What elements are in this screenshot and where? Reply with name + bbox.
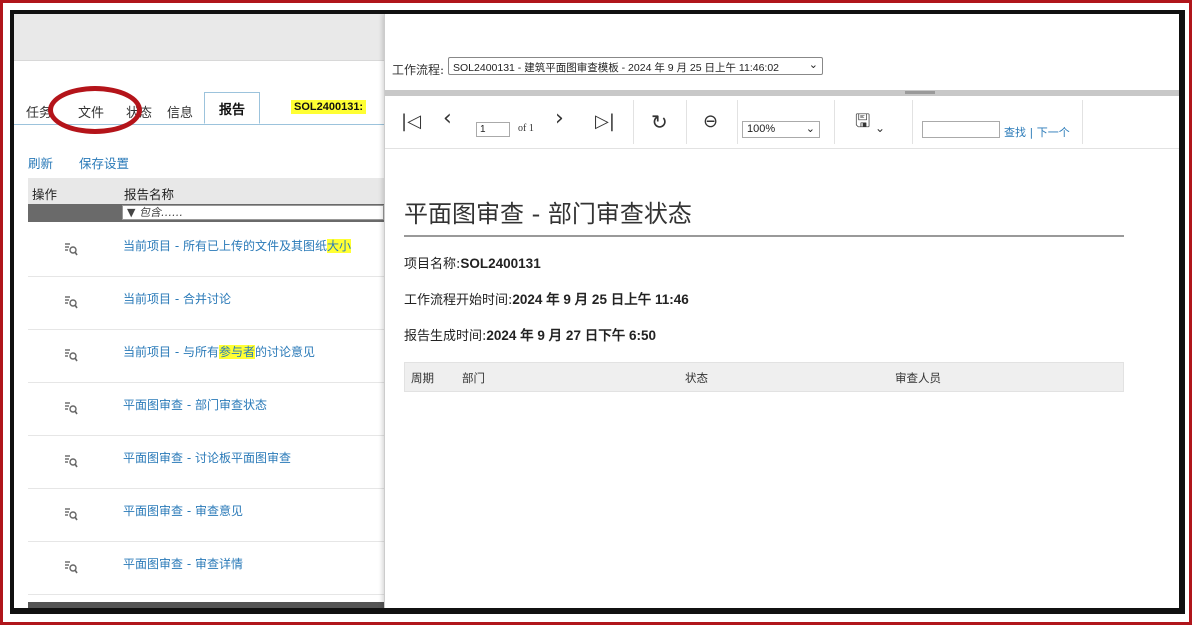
column-header: 操作 报告名称	[28, 178, 384, 204]
table-row: 平面图审查 - 审查详情	[28, 542, 384, 595]
left-header-bar	[14, 14, 384, 61]
table-row: 平面图审查 - 讨论板平面图审查	[28, 436, 384, 489]
table-row: 当前项目 - 所有已上传的文件及其图纸大小	[28, 224, 384, 277]
window: 任务 文件 状态 信息 报告 SOL2400131: 刷新 保存设置 操作 报告…	[10, 10, 1185, 614]
find-input[interactable]	[922, 121, 1000, 138]
meta-line: 项目名称:SOL2400131	[404, 253, 1124, 272]
filter-icon[interactable]: ▼	[127, 206, 135, 219]
report-link[interactable]: 平面图审查 - 审查详情	[123, 555, 243, 572]
filter-row: ▼ 包含……	[28, 204, 384, 222]
meta-line: 工作流程开始时间:2024 年 9 月 25 日上午 11:46	[404, 288, 1124, 308]
last-page-icon[interactable]: ▷|	[595, 112, 615, 132]
action-links: 刷新 保存设置	[28, 153, 151, 172]
report-link[interactable]: 平面图审查 - 讨论板平面图审查	[123, 449, 291, 466]
filter-input[interactable]: ▼ 包含……	[122, 205, 384, 220]
prev-page-icon[interactable]: ‹	[443, 108, 452, 130]
refresh-link[interactable]: 刷新	[28, 156, 53, 171]
report-link-text: 当前项目 - 所有已上传的文件及其图纸	[123, 239, 327, 253]
grid-col-status: 状态	[685, 371, 708, 385]
table-row: 平面图审查 - 部门审查状态	[28, 383, 384, 436]
filter-placeholder: 包含……	[138, 206, 183, 219]
page-count: of 1	[518, 123, 534, 134]
highlight-text: 大小	[326, 239, 351, 253]
page-number-input[interactable]: 1	[476, 122, 510, 137]
workflow-bar: 工作流程: SOL2400131 - 建筑平面图审查模板 - 2024 年 9 …	[385, 14, 1179, 91]
report-link[interactable]: 平面图审查 - 部门审查状态	[123, 396, 267, 413]
first-page-icon[interactable]: |◁	[401, 112, 421, 132]
save-settings-link[interactable]: 保存设置	[79, 156, 129, 171]
report-link[interactable]: 平面图审查 - 审查意见	[123, 502, 243, 519]
report-link-text: 的讨论意见	[254, 345, 315, 359]
col-actions[interactable]: 操作	[32, 184, 57, 203]
tab-reports[interactable]: 报告	[204, 92, 261, 124]
next-page-icon[interactable]: ›	[555, 108, 564, 130]
divider	[737, 100, 738, 144]
report-view-icon[interactable]	[64, 348, 78, 362]
report-body: 平面图审查 - 部门审查状态 项目名称:SOL2400131 工作流程开始时间:2…	[404, 194, 1124, 392]
annotation-circle	[48, 86, 142, 134]
report-title: 平面图审查 - 部门审查状态	[404, 194, 1124, 237]
meta-value: 2024 年 9 月 27 日下午 6:50	[486, 328, 656, 343]
workflow-value: SOL2400131 - 建筑平面图审查模板 - 2024 年 9 月 25 日…	[453, 62, 780, 74]
grid-header: 周期 部门 状态 审查人员	[404, 362, 1124, 392]
highlight-text: 参与者	[218, 345, 255, 359]
meta-line: 报告生成时间:2024 年 9 月 27 日下午 6:50	[404, 324, 1124, 344]
report-link[interactable]: 当前项目 - 与所有参与者的讨论意见	[123, 343, 315, 360]
divider	[912, 100, 913, 144]
report-link-text: 当前项目 - 与所有	[123, 345, 219, 359]
grid-col-reviewer: 审查人员	[895, 371, 941, 385]
splitter-grip[interactable]	[905, 91, 935, 94]
table-row: 当前项目 - 与所有参与者的讨论意见	[28, 330, 384, 383]
divider	[686, 100, 687, 144]
meta-label: 项目名称:	[404, 257, 461, 272]
table-row: 当前项目 - 合并讨论	[28, 277, 384, 330]
report-view-icon[interactable]	[64, 454, 78, 468]
tab-info[interactable]: 信息	[167, 102, 193, 121]
report-link[interactable]: 当前项目 - 所有已上传的文件及其图纸大小	[123, 237, 351, 254]
report-link-text: 平面图审查 - 审查详情	[123, 557, 243, 571]
report-link-text: 平面图审查 - 讨论板平面图审查	[123, 451, 291, 465]
meta-value: 2024 年 9 月 25 日上午 11:46	[512, 292, 689, 307]
report-link-text: 平面图审查 - 部门审查状态	[123, 398, 267, 412]
chevron-down-icon[interactable]: ⌄	[875, 118, 885, 138]
meta-value: SOL2400131	[460, 256, 541, 271]
report-link[interactable]: 当前项目 - 合并讨论	[123, 290, 231, 307]
back-icon[interactable]: ⊖	[703, 112, 718, 132]
chevron-down-icon: ⌄	[808, 59, 818, 71]
table-row: 平面图审查 - 审查意见	[28, 489, 384, 542]
col-report-name[interactable]: 报告名称	[124, 184, 174, 203]
meta-label: 报告生成时间:	[404, 329, 487, 344]
report-link-text: 当前项目 - 合并讨论	[123, 292, 231, 306]
next-link[interactable]: 下一个	[1037, 126, 1070, 139]
report-view-icon[interactable]	[64, 507, 78, 521]
divider	[834, 100, 835, 144]
report-view-icon[interactable]	[64, 401, 78, 415]
outer-frame: 任务 文件 状态 信息 报告 SOL2400131: 刷新 保存设置 操作 报告…	[0, 0, 1192, 625]
divider	[1082, 100, 1083, 144]
separator: |	[1026, 126, 1037, 139]
viewer-toolbar: |◁ ‹ 1 of 1 › ▷| ↻ ⊖ 100% ⌄ 🖫 ⌄ 查找 | 下一个	[385, 96, 1179, 149]
report-view-icon[interactable]	[64, 242, 78, 256]
report-viewer: 工作流程: SOL2400131 - 建筑平面图审查模板 - 2024 年 9 …	[384, 14, 1179, 608]
find-links: 查找 | 下一个	[1004, 124, 1070, 140]
grid-col-department: 部门	[462, 371, 485, 385]
report-link-text: 平面图审查 - 审查意见	[123, 504, 243, 518]
save-icon[interactable]: 🖫	[855, 112, 870, 132]
find-link[interactable]: 查找	[1004, 126, 1026, 139]
report-view-icon[interactable]	[64, 560, 78, 574]
zoom-select[interactable]: 100% ⌄	[742, 121, 820, 138]
report-view-icon[interactable]	[64, 295, 78, 309]
grid-col-period: 周期	[411, 371, 434, 385]
meta-label: 工作流程开始时间:	[404, 293, 513, 308]
divider	[633, 100, 634, 144]
zoom-value: 100%	[747, 123, 776, 135]
left-scrollbar[interactable]	[28, 602, 384, 608]
workflow-select[interactable]: SOL2400131 - 建筑平面图审查模板 - 2024 年 9 月 25 日…	[448, 57, 823, 75]
left-pane: 任务 文件 状态 信息 报告 SOL2400131: 刷新 保存设置 操作 报告…	[14, 14, 384, 608]
workflow-label: 工作流程:	[392, 63, 445, 77]
chevron-down-icon: ⌄	[805, 123, 815, 135]
refresh-icon[interactable]: ↻	[651, 112, 668, 132]
project-tab[interactable]: SOL2400131:	[291, 100, 367, 114]
